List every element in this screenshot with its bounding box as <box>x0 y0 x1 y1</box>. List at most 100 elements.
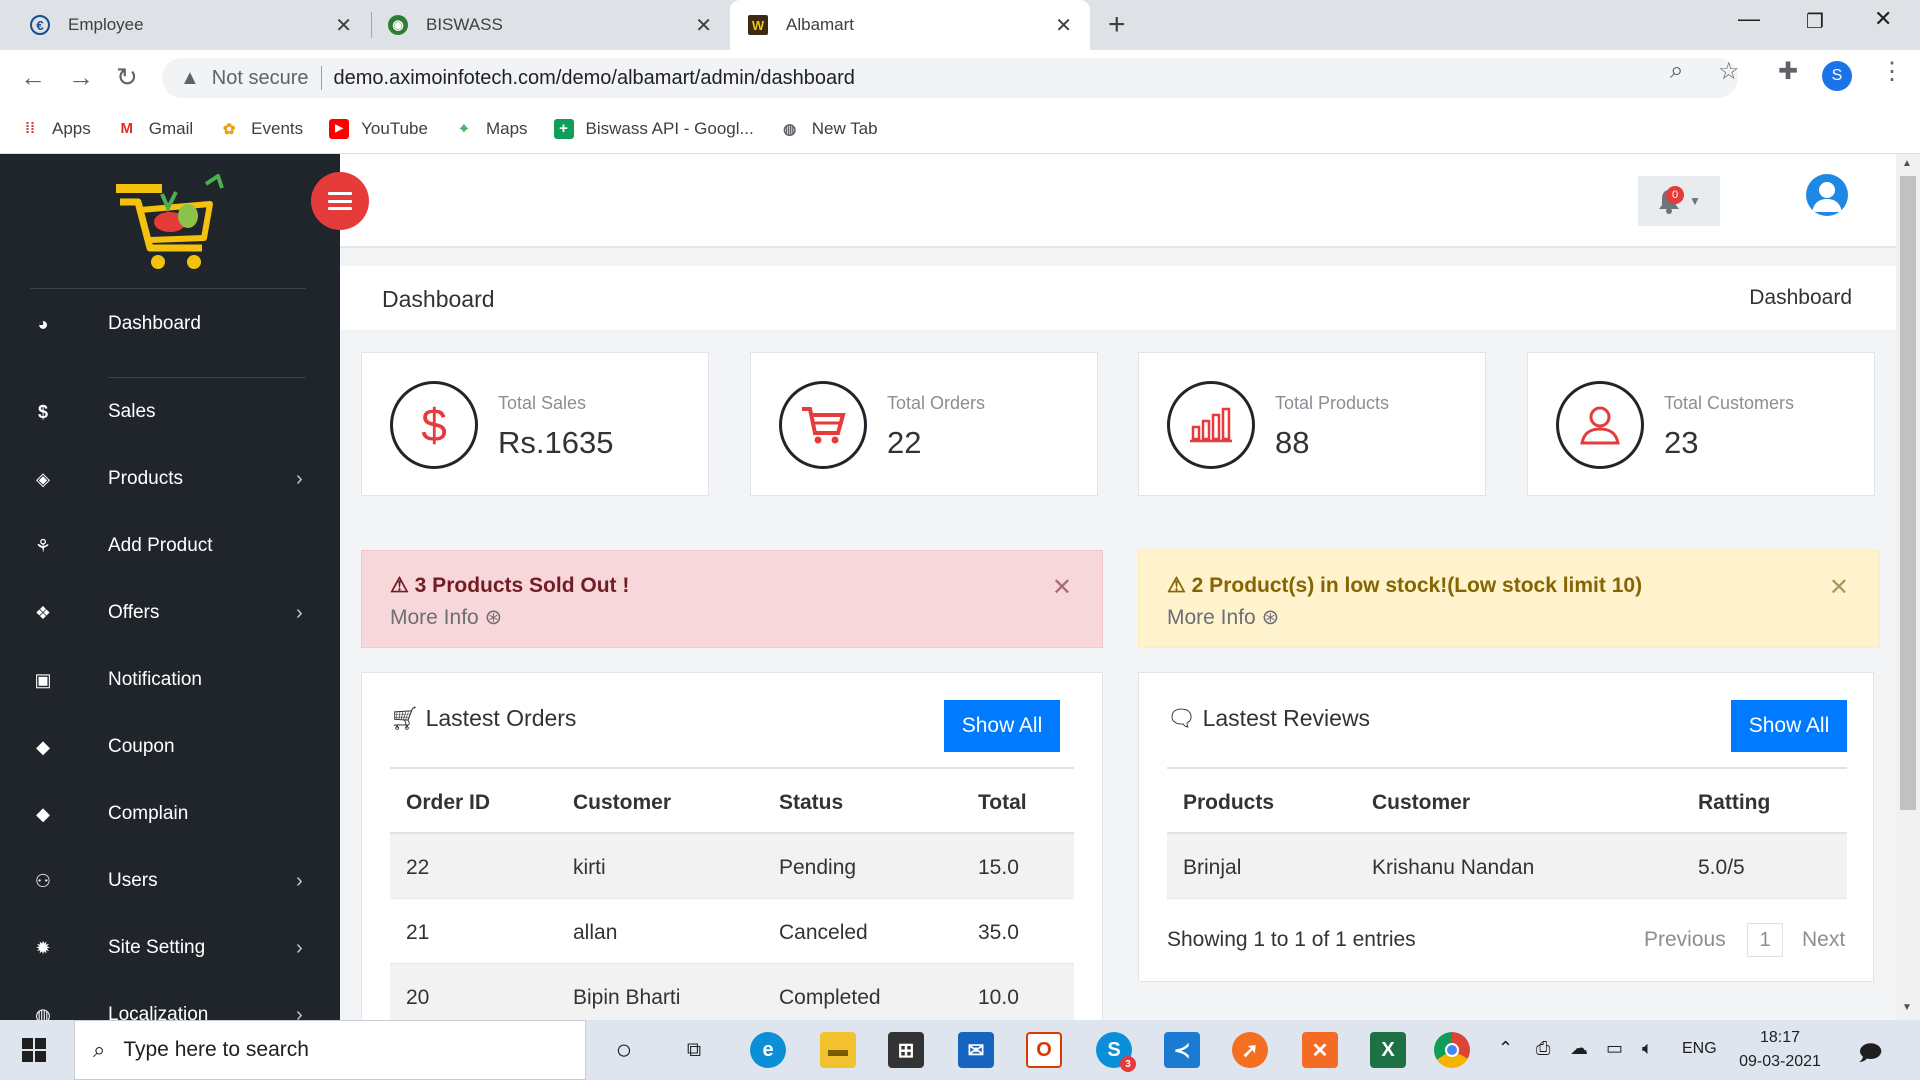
postman-icon[interactable]: ➚ <box>1232 1032 1268 1068</box>
sidebar-toggle-button[interactable] <box>311 172 369 230</box>
scrollbar-thumb[interactable] <box>1900 176 1916 810</box>
new-tab-button[interactable]: + <box>1108 8 1126 42</box>
pagination-previous[interactable]: Previous <box>1644 928 1726 952</box>
notification-dropdown[interactable]: 0 ▼ <box>1638 176 1720 226</box>
bookmark-apps[interactable]: ⁞⁞ Apps <box>20 119 91 139</box>
back-arrow-icon[interactable]: ← <box>20 62 46 93</box>
table-row[interactable]: 20 Bipin Bharti Completed 10.0 <box>390 964 1074 1020</box>
bookmark-events[interactable]: ✿ Events <box>219 119 303 139</box>
minimize-icon[interactable]: — <box>1738 6 1760 32</box>
mail-icon[interactable]: ✉ <box>958 1032 994 1068</box>
more-info-label: More Info <box>1167 606 1256 629</box>
close-icon[interactable]: ✕ <box>1055 13 1072 38</box>
skype-icon[interactable]: S 3 <box>1096 1032 1136 1072</box>
column-header[interactable]: Customer <box>1372 791 1470 815</box>
zoom-icon[interactable]: ⌕ <box>1670 57 1683 85</box>
file-explorer-icon[interactable]: ▬ <box>820 1032 856 1068</box>
table-row[interactable]: 21 allan Canceled 35.0 <box>390 899 1074 964</box>
forward-arrow-icon[interactable]: → <box>68 62 94 93</box>
page-title: Dashboard <box>382 286 495 312</box>
language-indicator[interactable]: ENG <box>1682 1040 1717 1058</box>
alert-sold-out: ⚠ 3 Products Sold Out ! More Info ⊛ ✕ <box>361 550 1103 648</box>
excel-icon[interactable]: X <box>1370 1032 1406 1068</box>
extensions-icon[interactable]: ✚ <box>1778 57 1798 86</box>
table-row[interactable]: 22 kirti Pending 15.0 <box>390 834 1074 899</box>
sidebar-item-complain[interactable]: ◆ Complain <box>0 788 340 840</box>
sidebar-item-notification[interactable]: ▣ Notification <box>0 654 340 706</box>
sidebar-item-label: Localization <box>108 1004 209 1020</box>
user-avatar[interactable] <box>1806 174 1848 216</box>
table-row[interactable]: Brinjal Krishanu Nandan 5.0/5 <box>1167 834 1847 899</box>
sidebar-item-coupon[interactable]: ◆ Coupon <box>0 721 340 773</box>
battery-icon[interactable]: ▭ <box>1606 1038 1623 1059</box>
windows-start-icon[interactable] <box>22 1038 46 1062</box>
url-text[interactable]: demo.aximoinfotech.com/demo/albamart/adm… <box>334 67 855 90</box>
stat-icon-circle <box>1556 381 1644 469</box>
star-icon[interactable]: ☆ <box>1718 57 1740 86</box>
profile-avatar[interactable]: S <box>1822 61 1852 91</box>
pagination-next[interactable]: Next <box>1802 928 1845 952</box>
sidebar-item-users[interactable]: ⚇ Users › <box>0 855 340 907</box>
window-close-icon[interactable]: ✕ <box>1874 6 1892 32</box>
tab-biswass[interactable]: ◉ BISWASS ✕ <box>372 0 730 50</box>
bookmark-maps[interactable]: ⌖ Maps <box>454 119 528 139</box>
column-header[interactable]: Status <box>779 791 843 815</box>
edge-icon[interactable]: e <box>750 1032 786 1068</box>
store-icon[interactable]: ⊞ <box>888 1032 924 1068</box>
close-icon[interactable]: ✕ <box>695 13 712 38</box>
pagination-page[interactable]: 1 <box>1747 923 1783 957</box>
bookmark-youtube[interactable]: ▶ YouTube <box>329 118 428 139</box>
close-icon[interactable]: ✕ <box>335 13 352 38</box>
volume-icon[interactable]: 🔈︎ <box>1642 1038 1653 1059</box>
close-icon[interactable]: ✕ <box>1829 573 1849 602</box>
omnibox[interactable]: ▲ Not secure demo.aximoinfotech.com/demo… <box>162 58 1738 98</box>
show-all-orders-button[interactable]: Show All <box>944 700 1060 752</box>
reload-icon[interactable]: ↻ <box>116 62 138 93</box>
more-info-link[interactable]: More Info ⊛ <box>1167 605 1279 630</box>
chrome-icon[interactable] <box>1434 1032 1470 1068</box>
cortana-icon[interactable]: ○ <box>606 1032 642 1068</box>
tab-albamart[interactable]: W Albamart ✕ <box>730 0 1090 50</box>
bookmark-new-tab[interactable]: ◍ New Tab <box>780 119 877 139</box>
show-all-reviews-button[interactable]: Show All <box>1731 700 1847 752</box>
stat-label: Total Products <box>1275 393 1390 413</box>
more-info-link[interactable]: More Info ⊛ <box>390 605 502 630</box>
column-header[interactable]: Total <box>978 791 1027 815</box>
vscode-icon[interactable]: ≺ <box>1164 1032 1200 1068</box>
page-scrollbar[interactable]: ▲ ▼ <box>1896 154 1920 1020</box>
sidebar-item-localization[interactable]: ◍ Localization › <box>0 989 340 1021</box>
column-header[interactable]: Ratting <box>1698 791 1770 815</box>
bookmark-label: Apps <box>52 118 91 138</box>
meet-now-icon[interactable]: ⎙ <box>1536 1038 1550 1059</box>
column-header[interactable]: Order ID <box>406 791 490 815</box>
scroll-up-icon[interactable]: ▲ <box>1902 158 1912 169</box>
network-icon[interactable]: ☁ <box>1570 1038 1588 1059</box>
bookmark-gmail[interactable]: M Gmail <box>117 119 194 139</box>
action-center-icon[interactable]: 🗩︎ 2 <box>1858 1036 1882 1074</box>
close-icon[interactable]: ✕ <box>1052 573 1072 602</box>
task-view-icon[interactable]: ⧉ <box>676 1032 712 1068</box>
system-clock[interactable]: 18:17 09-03-2021 <box>1730 1026 1830 1074</box>
taskbar-search-box[interactable]: ⌕ Type here to search <box>74 1020 586 1080</box>
tab-employee[interactable]: € Employee ✕ <box>0 0 370 50</box>
office-icon[interactable]: O <box>1026 1032 1062 1068</box>
sidebar-item-products[interactable]: ◈ Products › <box>0 453 340 505</box>
restore-icon[interactable]: ❐ <box>1806 9 1824 34</box>
sidebar-item-site-setting[interactable]: ✹ Site Setting › <box>0 922 340 974</box>
breadcrumb[interactable]: Dashboard <box>1749 286 1852 310</box>
bookmark-biswass-api[interactable]: + Biswass API - Googl... <box>553 118 754 139</box>
card-title-text: Lastest Orders <box>425 705 577 731</box>
column-header[interactable]: Products <box>1183 791 1274 815</box>
xampp-icon[interactable]: ✕ <box>1302 1032 1338 1068</box>
sidebar-item-add-product[interactable]: ⚘ Add Product <box>0 520 340 572</box>
albamart-logo[interactable] <box>110 174 230 274</box>
menu-divider <box>108 377 306 378</box>
chevron-up-icon[interactable]: ⌃ <box>1498 1038 1513 1059</box>
scroll-down-icon[interactable]: ▼ <box>1902 1002 1912 1013</box>
column-header[interactable]: Customer <box>573 791 671 815</box>
menu-dots-icon[interactable]: ⋮ <box>1880 57 1904 86</box>
sidebar-item-offers[interactable]: ❖ Offers › <box>0 587 340 639</box>
stat-icon-circle: $ <box>390 381 478 469</box>
sidebar-item-sales[interactable]: $ Sales <box>0 386 340 438</box>
sidebar-item-dashboard[interactable]: ◕ Dashboard <box>0 298 340 350</box>
